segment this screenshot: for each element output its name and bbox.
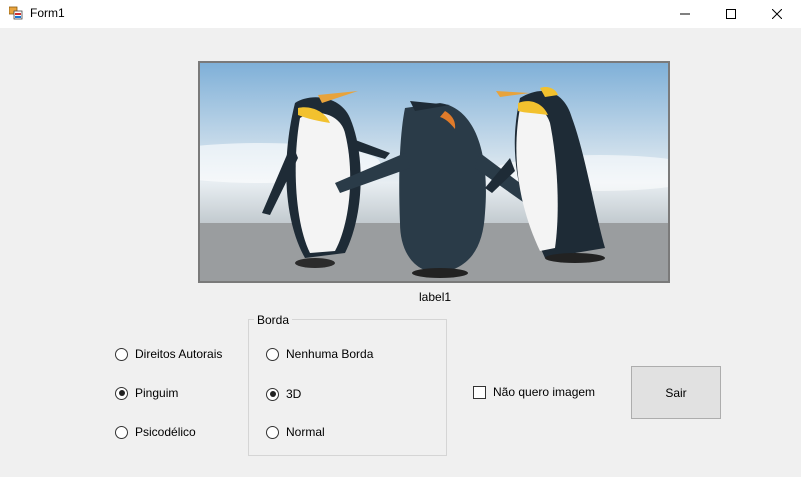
radio-psicodelico[interactable]: Psicodélico: [115, 425, 196, 439]
title-bar: Form1: [0, 0, 801, 28]
radio-circle-3d[interactable]: [266, 387, 279, 401]
radio-label-3d: 3D: [286, 387, 302, 401]
no-image-checkbox[interactable]: [473, 385, 486, 399]
radio-normal[interactable]: Normal: [266, 425, 325, 439]
maximize-icon: [726, 9, 736, 19]
minimize-icon: [680, 9, 690, 19]
penguins-picture-box: [198, 61, 670, 283]
radio-label-pinguim: Pinguim: [135, 386, 179, 400]
maximize-button[interactable]: [708, 0, 754, 28]
radio-label-direitos-autorais: Direitos Autorais: [135, 347, 223, 361]
radio-circle-psicodelico[interactable]: [115, 425, 128, 439]
radio-circle-nenhuma-borda[interactable]: [266, 347, 279, 361]
winforms-app-icon: [8, 6, 23, 20]
radio-nenhuma-borda[interactable]: Nenhuma Borda: [266, 347, 373, 361]
label1: label1: [419, 290, 452, 304]
radio-direitos-autorais[interactable]: Direitos Autorais: [115, 347, 222, 361]
close-button[interactable]: [754, 0, 800, 28]
radio-pinguim[interactable]: Pinguim: [115, 386, 178, 400]
radio-label-psicodelico: Psicodélico: [135, 425, 196, 439]
close-icon: [772, 9, 782, 19]
minimize-button[interactable]: [662, 0, 708, 28]
radio-circle-pinguim[interactable]: [115, 386, 128, 400]
border-groupbox-title: Borda: [254, 313, 293, 327]
no-image-checkbox-row[interactable]: Não quero imagem: [473, 385, 595, 399]
radio-3d[interactable]: 3D: [266, 387, 301, 401]
radio-label-nenhuma-borda: Nenhuma Borda: [286, 347, 374, 361]
no-image-checkbox-label: Não quero imagem: [493, 385, 596, 399]
radio-circle-normal[interactable]: [266, 425, 279, 439]
exit-button[interactable]: Sair: [631, 366, 721, 419]
radio-label-normal: Normal: [286, 425, 325, 439]
radio-circle-direitos-autorais[interactable]: [115, 347, 128, 361]
window-title: Form1: [30, 6, 65, 20]
